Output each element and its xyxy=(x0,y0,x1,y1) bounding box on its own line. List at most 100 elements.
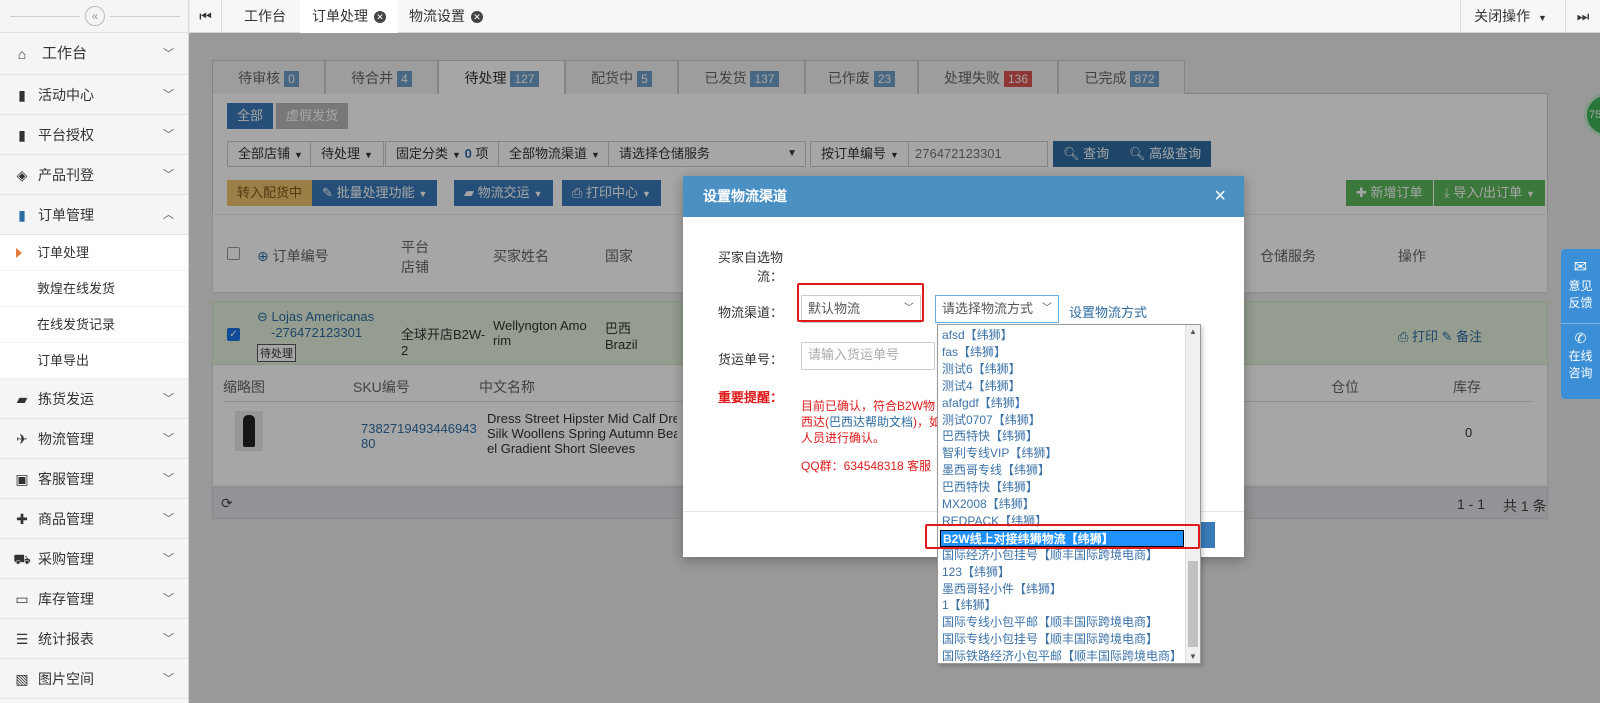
feedback-label: 意见 xyxy=(1568,279,1593,293)
dropdown-option[interactable]: fas【纬狮】 xyxy=(942,344,1006,361)
sidebar-item-picking[interactable]: ▰ 拣货发运 ﹀ xyxy=(0,379,188,419)
notice-text: 目前已确认，符合B2W物 西达(巴西达帮助文档)，如 人员进行确认。 xyxy=(801,398,941,446)
dropdown-option[interactable]: 巴西特快【纬狮】 xyxy=(942,479,1038,496)
sidebar-item-reports[interactable]: ☰ 统计报表 ﹀ xyxy=(0,619,188,659)
sidebar-sub-order-export[interactable]: 订单导出 xyxy=(0,343,188,379)
sidebar: « ⌂ 工作台 ﹀ ▮ 活动中心 ﹀ ▮ 平台授权 ﹀ ◈ 产品刊登 ﹀ ▮ 订单管理 ︿ 订单处理… xyxy=(0,0,189,703)
close-operations-menu[interactable]: 关闭操作 ▼ xyxy=(1460,0,1560,33)
last-page-icon[interactable]: ⏭ xyxy=(1565,0,1600,33)
sidebar-item-label: 客服管理 xyxy=(38,471,94,487)
select-placeholder: 请选择物流方式 xyxy=(942,301,1034,316)
sidebar-item-workbench[interactable]: ⌂ 工作台 ﹀ xyxy=(0,33,188,75)
sidebar-item-label: 拣货发运 xyxy=(38,391,94,407)
home-icon: ⌂ xyxy=(17,46,27,62)
chevron-up-icon: ︿ xyxy=(163,209,174,221)
method-dropdown-list: afsd【纬狮】 fas【纬狮】 测试6【纬狮】 测试4【纬狮】 afafgdf【纬狮】… xyxy=(937,324,1201,664)
divider xyxy=(10,16,80,17)
dropdown-option[interactable]: 测试4【纬狮】 xyxy=(942,378,1021,395)
tab-order-processing[interactable]: 订单处理 ✕ xyxy=(300,0,398,33)
dropdown-option[interactable]: 国际经济小包挂号【顺丰国际跨境电商】 xyxy=(942,547,1158,564)
sidebar-item-label: 订单管理 xyxy=(38,207,94,223)
first-page-icon[interactable]: ⏮ xyxy=(190,0,222,33)
phone-icon: ✆ xyxy=(1574,330,1587,346)
sidebar-item-label: 库存管理 xyxy=(38,591,94,607)
modal-title: 设置物流渠道 xyxy=(703,188,787,204)
sidebar-item-platform-auth[interactable]: ▮ 平台授权 ﹀ xyxy=(0,115,188,155)
dropdown-option[interactable]: afsd【纬狮】 xyxy=(942,327,1013,344)
tab-label: 物流设置 xyxy=(409,8,465,24)
chevron-down-icon: ﹀ xyxy=(163,89,174,101)
dropdown-option[interactable]: 测试6【纬狮】 xyxy=(942,361,1021,378)
dropdown-option[interactable]: 国际专线小包平邮【顺丰国际跨境电商】 xyxy=(942,614,1158,631)
chevron-down-icon: ﹀ xyxy=(163,553,174,565)
sidebar-item-goods[interactable]: ✚ 商品管理 ﹀ xyxy=(0,499,188,539)
notice-label: 重要提醒： xyxy=(717,390,783,405)
help-doc-link[interactable]: 巴西达帮助文档 xyxy=(829,415,913,429)
sidebar-item-order-mgmt[interactable]: ▮ 订单管理 ︿ xyxy=(0,195,188,235)
sidebar-item-label: 产品刊登 xyxy=(38,167,94,183)
modal-header: 设置物流渠道 × xyxy=(683,176,1244,217)
buyer-choice-label: 买家自选物 流： xyxy=(703,247,783,285)
dropdown-option[interactable]: 测试0707【纬狮】 xyxy=(942,412,1041,429)
sidebar-item-images[interactable]: ▧ 图片空间 ﹀ xyxy=(0,659,188,699)
close-icon[interactable]: × xyxy=(1214,176,1226,217)
bookmark-icon: ▮ xyxy=(18,127,26,143)
notice-line: 人员进行确认。 xyxy=(801,431,886,445)
sidebar-item-product-listing[interactable]: ◈ 产品刊登 ﹀ xyxy=(0,155,188,195)
tracking-input[interactable]: 请输入货运单号 xyxy=(801,342,935,370)
mail-icon: ✉ xyxy=(1573,259,1588,276)
tab-logistics-settings[interactable]: 物流设置 ✕ xyxy=(397,0,495,33)
chevron-down-icon: ﹀ xyxy=(163,673,174,685)
sidebar-item-label: 采购管理 xyxy=(38,551,94,567)
dropdown-option[interactable]: 巴西特快【纬狮】 xyxy=(942,428,1038,445)
close-icon[interactable]: ✕ xyxy=(471,11,483,23)
scrollbar[interactable]: ▲ ▼ xyxy=(1185,325,1200,663)
list-icon: ☰ xyxy=(15,631,29,647)
chevron-down-icon: ﹀ xyxy=(163,48,174,60)
dropdown-option[interactable]: 国际铁路经济小包平邮【顺丰国际跨境电商】 xyxy=(942,648,1182,663)
box-icon: ◈ xyxy=(16,167,28,183)
feedback-button[interactable]: ✉ 意见 反馈 xyxy=(1561,249,1600,324)
caret-down-icon: ▼ xyxy=(1537,13,1547,23)
sidebar-sub-shipping-records[interactable]: 在线发货记录 xyxy=(0,307,188,343)
dropdown-option[interactable]: 智利专线VIP【纬狮】 xyxy=(942,445,1057,462)
close-icon[interactable]: ✕ xyxy=(374,11,386,23)
collapse-icon[interactable]: « xyxy=(85,6,105,26)
scroll-thumb[interactable] xyxy=(1188,561,1198,647)
dropdown-option[interactable]: MX2008【纬狮】 xyxy=(942,496,1035,513)
sidebar-item-activity[interactable]: ▮ 活动中心 ﹀ xyxy=(0,75,188,115)
tracking-label: 货运单号： xyxy=(717,352,783,367)
sidebar-sub-order-processing[interactable]: 订单处理 xyxy=(0,235,188,271)
consult-button[interactable]: ✆ 在线 咨询 xyxy=(1561,324,1600,381)
dropdown-option[interactable]: 123【纬狮】 xyxy=(942,564,1010,581)
sidebar-item-logistics[interactable]: ✈ 物流管理 ﹀ xyxy=(0,419,188,459)
channel-label: 物流渠道： xyxy=(717,305,783,320)
scroll-down-icon[interactable]: ▼ xyxy=(1189,652,1197,661)
method-select[interactable]: 请选择物流方式 ﹀ xyxy=(935,295,1059,323)
scroll-up-icon[interactable]: ▲ xyxy=(1189,327,1197,336)
sidebar-item-label: 统计报表 xyxy=(38,631,94,647)
gift-icon: ✚ xyxy=(16,511,28,527)
dropdown-option[interactable]: 墨西哥轻小件【纬狮】 xyxy=(942,581,1062,598)
dropdown-option[interactable]: afafgdf【纬狮】 xyxy=(942,395,1027,412)
dropdown-option[interactable]: 墨西哥专线【纬狮】 xyxy=(942,462,1050,479)
sidebar-item-customer-service[interactable]: ▣ 客服管理 ﹀ xyxy=(0,459,188,499)
document-icon: ▮ xyxy=(18,207,26,223)
consult-label: 在线 xyxy=(1568,349,1593,363)
top-tab-bar: ⏮ 工作台 订单处理 ✕ 物流设置 ✕ 关闭操作 ▼ ⏭ xyxy=(190,0,1600,33)
dropdown-option[interactable]: 国际专线小包挂号【顺丰国际跨境电商】 xyxy=(942,631,1158,648)
set-method-link[interactable]: 设置物流方式 xyxy=(1069,302,1147,321)
sidebar-sub-label: 订单导出 xyxy=(37,353,90,368)
sidebar-item-purchase[interactable]: ⛟ 采购管理 ﹀ xyxy=(0,539,188,579)
right-float-panel: ✉ 意见 反馈 ✆ 在线 咨询 xyxy=(1561,249,1600,399)
highlight-box xyxy=(925,524,1200,549)
tab-label: 订单处理 xyxy=(312,8,368,24)
chevron-down-icon: ﹀ xyxy=(163,473,174,485)
chevron-down-icon: ﹀ xyxy=(163,393,174,405)
notice-line: 目前已确认，符合B2W物 xyxy=(801,399,936,413)
tab-workbench[interactable]: 工作台 xyxy=(232,0,298,33)
sidebar-sub-dh-shipping[interactable]: 敦煌在线发货 xyxy=(0,271,188,307)
close-operations-label: 关闭操作 xyxy=(1474,8,1531,24)
dropdown-option[interactable]: 1【纬狮】 xyxy=(942,597,997,614)
sidebar-item-inventory[interactable]: ▭ 库存管理 ﹀ xyxy=(0,579,188,619)
